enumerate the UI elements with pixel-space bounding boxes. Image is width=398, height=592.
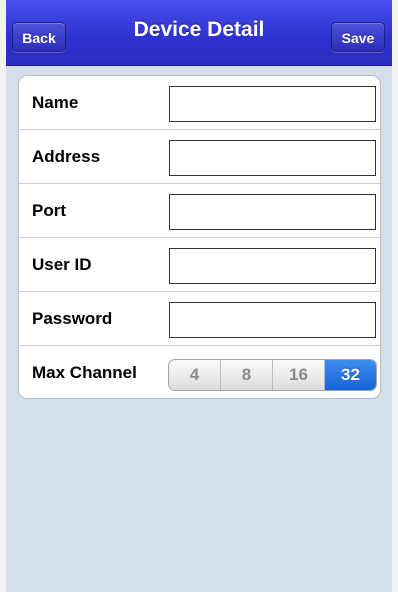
device-detail-screen: Back Device Detail Save Name Address Por… [0, 0, 398, 592]
password-row: Password [19, 292, 380, 346]
user-id-field[interactable] [169, 248, 376, 284]
port-label: Port [32, 201, 66, 220]
address-label: Address [32, 147, 101, 166]
port-field[interactable] [169, 194, 376, 230]
password-label: Password [32, 309, 113, 328]
max-channel-label: Max Channel [32, 363, 137, 382]
max-channel-segmented-control: 4 8 16 32 [168, 359, 377, 391]
address-row: Address [19, 130, 380, 184]
password-field[interactable] [169, 302, 376, 338]
channel-option-16[interactable]: 16 [273, 360, 325, 390]
name-label: Name [32, 93, 79, 112]
user-id-label: User ID [32, 255, 92, 274]
name-row: Name [19, 76, 380, 130]
user-id-row: User ID [19, 238, 380, 292]
save-button[interactable]: Save [331, 22, 385, 52]
max-channel-row: Max Channel 4 8 16 32 [19, 346, 380, 398]
name-field[interactable] [169, 86, 376, 122]
channel-option-4[interactable]: 4 [169, 360, 221, 390]
navigation-bar: Back Device Detail Save [6, 0, 392, 66]
address-field[interactable] [169, 140, 376, 176]
channel-option-32[interactable]: 32 [325, 360, 376, 390]
device-form: Name Address Port User ID Password Max C… [18, 75, 381, 399]
channel-option-8[interactable]: 8 [221, 360, 273, 390]
port-row: Port [19, 184, 380, 238]
